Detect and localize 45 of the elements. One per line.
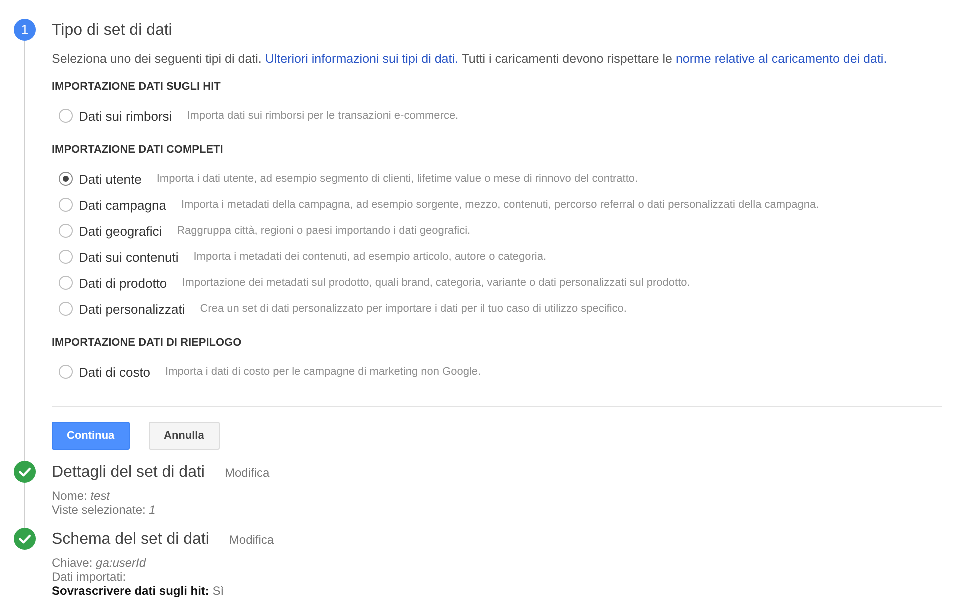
detail-text: Chiave: ga:userId: [52, 556, 146, 570]
check-circle-icon: [14, 461, 36, 483]
edit-link[interactable]: Modifica: [229, 533, 274, 547]
help-link[interactable]: norme relative al caricamento dei dati.: [676, 52, 888, 66]
radio-button[interactable]: [59, 276, 73, 290]
option-label: Dati geografici: [79, 224, 162, 238]
radio-button[interactable]: [59, 365, 73, 379]
detail-text: Sovrascrivere dati sugli hit: Sì: [52, 584, 224, 598]
detail-text: Viste selezionate: 1: [52, 503, 156, 517]
option-description: Importa i dati utente, ad esempio segmento di clienti, lifetime value o mese di rinnovo del contratto.: [156, 173, 638, 185]
step-title: Dettagli del set di dati: [52, 463, 205, 483]
section-heading: IMPORTAZIONE DATI COMPLETI: [52, 143, 224, 157]
option-description: Importa i dati di costo per le campagne di marketing non Google.: [166, 366, 482, 378]
step-title: Schema del set di dati: [52, 530, 210, 550]
radio-button[interactable]: [59, 172, 73, 186]
option-label: Dati di costo: [79, 364, 151, 380]
radio-button[interactable]: [59, 198, 73, 212]
option-label: Dati campagna: [79, 198, 166, 212]
option-label: Dati personalizzati: [79, 302, 186, 316]
detail-text: Nome: test: [52, 489, 110, 503]
detail-text: Dati importati:: [52, 570, 126, 584]
radio-button[interactable]: [59, 302, 73, 316]
option-description: Importa i metadati dei contenuti, ad esempio articolo, autore o categoria.: [194, 251, 547, 263]
cancel-button[interactable]: Annulla: [148, 422, 220, 450]
radio-button[interactable]: [59, 250, 73, 264]
radio-button[interactable]: [59, 224, 73, 238]
step-title: Tipo di set di dati: [52, 21, 172, 41]
option-label: Dati utente: [79, 172, 142, 186]
option-label: Dati di prodotto: [79, 276, 168, 290]
option-label: Dati sui rimborsi: [79, 108, 172, 124]
radio-button[interactable]: [59, 109, 73, 123]
option-description: Importa dati sui rimborsi per le transazioni e-commerce.: [187, 110, 459, 122]
section-heading: IMPORTAZIONE DATI DI RIEPILOGO: [52, 336, 242, 350]
option-label: Dati sui contenuti: [79, 250, 179, 264]
step-number-badge: 1: [14, 19, 36, 41]
check-circle-icon: [14, 528, 36, 550]
option-description: Importa i metadati della campagna, ad esempio sorgente, mezzo, contenuti, percorso referral o dati personalizzati della campagna.: [181, 199, 820, 211]
edit-link[interactable]: Modifica: [224, 466, 270, 480]
option-description: Importazione dei metadati sul prodotto, quali brand, categoria, variante o dati personalizzati sul prodotto.: [182, 277, 690, 289]
help-link[interactable]: Ulteriori informazioni sui tipi di dati.: [265, 52, 458, 66]
step-connector-line: [24, 483, 25, 528]
option-description: Raggruppa città, regioni o paesi importando i dati geografici.: [177, 225, 471, 237]
option-description: Crea un set di dati personalizzato per importare i dati per il tuo caso di utilizzo specifico.: [200, 303, 627, 315]
intro-text: Seleziona uno dei seguenti tipi di dati. Ulteriori informazioni sui tipi di dati. Tutti i caricamenti devono rispettare le norme relative al caricamento dei dati.: [52, 51, 888, 68]
section-heading: IMPORTAZIONE DATI SUGLI HIT: [52, 80, 221, 94]
